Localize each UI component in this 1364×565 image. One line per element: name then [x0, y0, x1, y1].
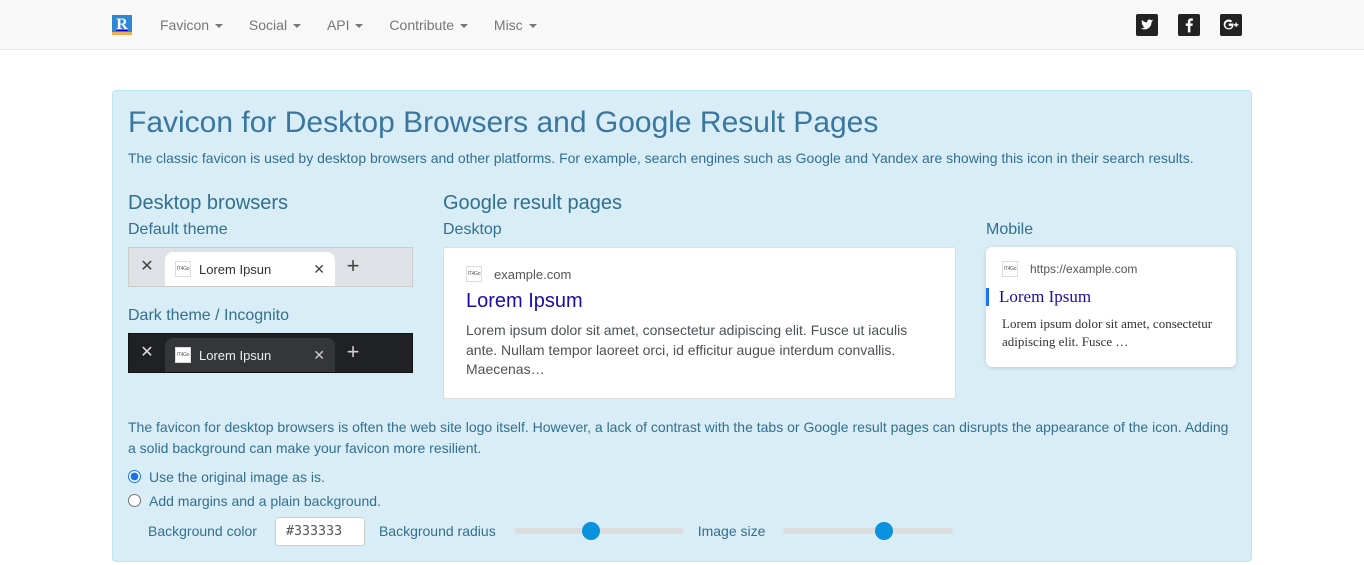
desktop-subheading: Desktop: [443, 221, 956, 239]
chevron-down-icon: [529, 24, 537, 28]
tab-title: Lorem Ipsun: [199, 262, 307, 277]
nav-menu: Favicon Social API Contribute Misc: [147, 2, 1126, 48]
bg-radius-slider[interactable]: [514, 528, 684, 534]
desktop-browsers-heading: Desktop browsers: [128, 192, 413, 215]
close-icon: ✕: [129, 246, 165, 286]
nav-item-misc[interactable]: Misc: [481, 2, 550, 48]
accent-bar: [986, 288, 989, 306]
twitter-link[interactable]: [1126, 1, 1168, 49]
serp-favicon: IT4Go: [466, 266, 482, 282]
serp-url: example.com: [494, 267, 571, 282]
mobile-title: Lorem Ipsum: [999, 287, 1091, 307]
chevron-down-icon: [355, 24, 363, 28]
googleplus-icon: [1220, 14, 1242, 36]
plus-icon: +: [335, 332, 371, 372]
chevron-down-icon: [293, 24, 301, 28]
facebook-link[interactable]: [1168, 1, 1210, 49]
browser-tab: IT4Go Lorem Ipsun ✕: [165, 252, 335, 286]
chevron-down-icon: [460, 24, 468, 28]
close-icon: ✕: [307, 261, 325, 278]
serp-card: IT4Go example.com Lorem Ipsum Lorem ipsu…: [443, 247, 956, 399]
serp-title: Lorem Ipsum: [466, 290, 933, 313]
bg-color-input[interactable]: [275, 517, 365, 546]
favicon-panel: Favicon for Desktop Browsers and Google …: [112, 90, 1252, 562]
nav-item-social[interactable]: Social: [236, 2, 314, 48]
radio-original-image[interactable]: [128, 470, 141, 483]
panel-title: Favicon for Desktop Browsers and Google …: [128, 106, 1236, 140]
nav-item-api[interactable]: API: [314, 2, 376, 48]
panel-intro: The classic favicon is used by desktop b…: [128, 150, 1236, 166]
radio-original-label[interactable]: Use the original image as is.: [149, 469, 325, 485]
mobile-description: Lorem ipsum dolor sit amet, consectetur …: [1002, 315, 1220, 351]
radio-margins-label[interactable]: Add margins and a plain background.: [149, 493, 381, 509]
mobile-subheading: Mobile: [986, 221, 1236, 239]
mobile-serp-card: IT4Go https://example.com Lorem Ipsum Lo…: [986, 247, 1236, 367]
bg-color-label: Background color: [148, 523, 257, 539]
tab-favicon: IT4Go: [175, 261, 191, 277]
serp-favicon: IT4Go: [1002, 261, 1018, 277]
img-size-label: Image size: [698, 523, 766, 539]
brand-logo[interactable]: R: [112, 15, 132, 35]
chevron-down-icon: [215, 24, 223, 28]
close-icon: ✕: [129, 332, 165, 372]
tab-favicon: IT4Go: [175, 347, 191, 363]
favicon-note: The favicon for desktop browsers is ofte…: [128, 417, 1236, 459]
default-theme-heading: Default theme: [128, 221, 413, 239]
browser-tabbar-light: ✕ IT4Go Lorem Ipsun ✕ +: [128, 247, 413, 287]
nav-item-favicon[interactable]: Favicon: [147, 2, 236, 48]
serp-description: Lorem ipsum dolor sit amet, consectetur …: [466, 321, 933, 380]
img-size-slider[interactable]: [783, 528, 953, 534]
bg-radius-label: Background radius: [379, 523, 496, 539]
brand-icon: R: [112, 15, 132, 35]
tab-title: Lorem Ipsun: [199, 348, 307, 363]
plus-icon: +: [335, 246, 371, 286]
browser-tabbar-dark: ✕ IT4Go Lorem Ipsun ✕ +: [128, 333, 413, 373]
googleplus-link[interactable]: [1210, 1, 1252, 49]
nav-item-contribute[interactable]: Contribute: [376, 2, 480, 48]
radio-add-margins[interactable]: [128, 494, 141, 507]
navbar: R Favicon Social API Contribute Misc: [0, 0, 1364, 50]
mobile-url: https://example.com: [1030, 262, 1137, 276]
close-icon: ✕: [307, 347, 325, 364]
google-heading: Google result pages: [443, 192, 956, 215]
browser-tab: IT4Go Lorem Ipsun ✕: [165, 338, 335, 372]
twitter-icon: [1136, 14, 1158, 36]
facebook-icon: [1178, 14, 1200, 36]
dark-theme-heading: Dark theme / Incognito: [128, 307, 413, 325]
